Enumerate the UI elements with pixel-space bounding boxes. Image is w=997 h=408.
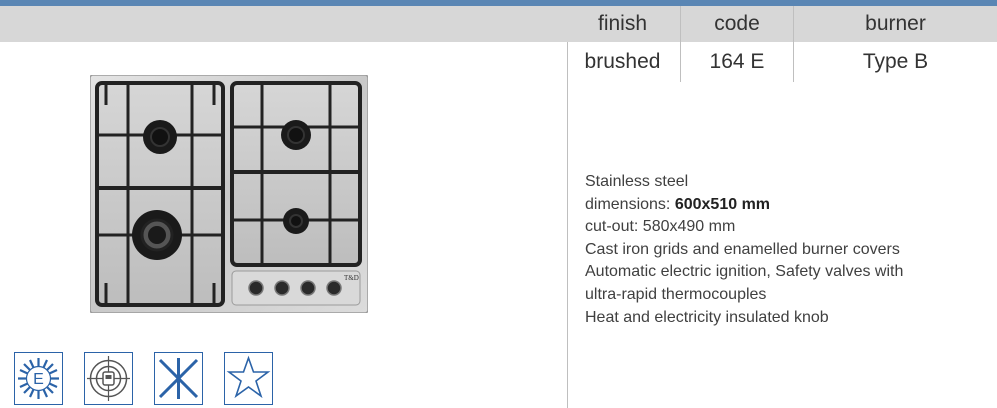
spec-table: finish code burner brushed 164 E Type B (565, 6, 997, 82)
spec-value-row: brushed 164 E Type B (565, 42, 997, 82)
desc-thermocouples: ultra-rapid thermocouples (585, 285, 767, 303)
header-band (0, 6, 565, 42)
desc-dimensions: dimensions: 600x510 mm (585, 195, 771, 213)
desc-ignition: Automatic electric ignition, Safety valv… (585, 263, 904, 281)
desc-material: Stainless steel (585, 173, 689, 190)
gas-hob-image: T&D (90, 75, 368, 313)
cast-iron-grid-icon (154, 352, 203, 405)
column-divider (567, 42, 568, 408)
desc-grids: Cast iron grids and enamelled burner cov… (585, 240, 900, 258)
energy-letter: E (33, 371, 44, 388)
spec-value-code: 164 E (680, 42, 794, 82)
brand-mark: T&D (344, 274, 359, 282)
spec-header-burner: burner (793, 6, 997, 42)
desc-dimensions-value: 600x510 mm (674, 195, 771, 213)
desc-knob: Heat and electricity insulated knob (585, 308, 829, 326)
spec-header-finish: finish (565, 6, 681, 42)
star-quality-icon (224, 352, 273, 405)
energy-efficiency-icon: E (14, 352, 63, 405)
safety-valve-icon (84, 352, 133, 405)
spec-value-finish: brushed (584, 50, 661, 73)
spec-header-row: finish code burner (565, 6, 997, 42)
product-description: Stainless steel dimensions: 600x510 mm c… (585, 171, 985, 329)
spec-header-code: code (680, 6, 794, 42)
spec-value-burner: Type B (793, 42, 997, 82)
desc-cutout: cut-out: 580x490 mm (585, 218, 736, 236)
